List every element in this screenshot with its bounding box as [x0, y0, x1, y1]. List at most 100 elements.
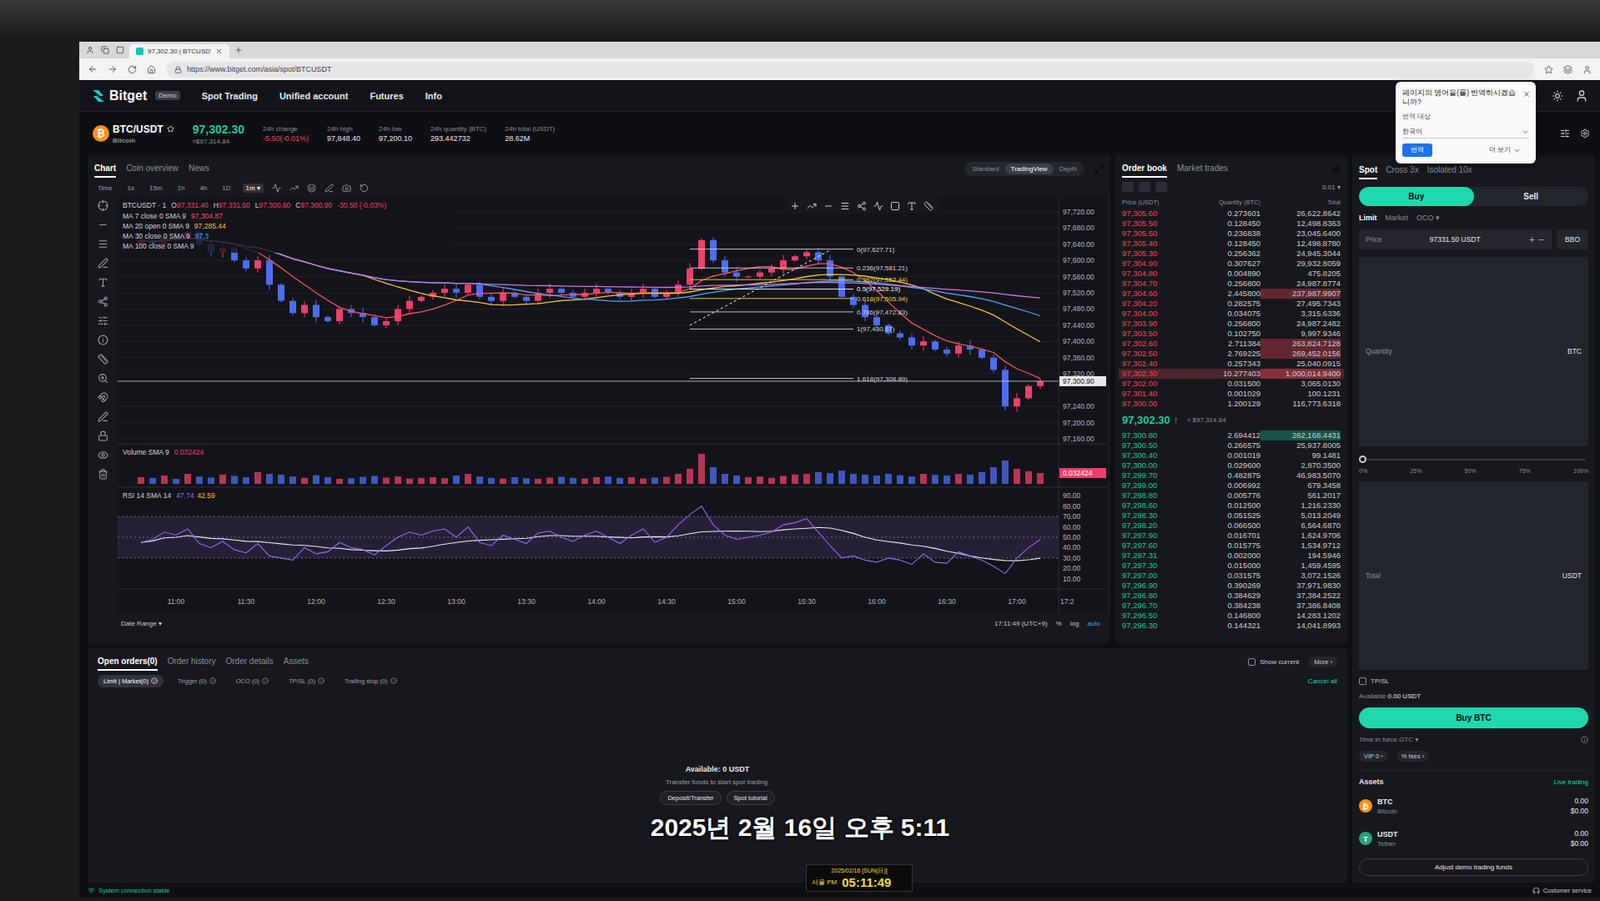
account-icon[interactable]	[1582, 65, 1592, 75]
collections-icon[interactable]	[100, 45, 110, 55]
bid-row[interactable]: 97,300.000.0296002,870.3500	[1118, 460, 1344, 471]
ask-row[interactable]: 97,303.500.1027509,997.9346	[1118, 328, 1344, 339]
text-icon[interactable]	[906, 201, 917, 212]
theme-icon[interactable]	[1551, 90, 1564, 102]
ask-row[interactable]: 97,302.400.25734325,040.0915	[1118, 358, 1344, 369]
fib-level[interactable]: 0.786(97,472.83)	[689, 308, 908, 317]
cross-icon[interactable]	[789, 201, 800, 212]
tpsl-checkbox[interactable]: TP/SL	[1358, 677, 1589, 685]
order-type-tab[interactable]: OCO ▾	[1416, 213, 1440, 222]
order-type-tab[interactable]: Market	[1385, 213, 1409, 222]
ask-row[interactable]: 97,300.001.200129116,773.6318	[1118, 398, 1344, 409]
orders-subtab[interactable]: OCO (0)	[230, 674, 275, 688]
vip-badge[interactable]: VIP 0 ›	[1358, 750, 1389, 762]
logo[interactable]: BitgetDemo	[90, 88, 181, 104]
bid-row[interactable]: 97,296.500.14680014,283.1202	[1118, 610, 1344, 621]
trend-line-icon[interactable]	[97, 219, 109, 231]
indicators-icon[interactable]	[289, 183, 299, 193]
avatar-icon[interactable]	[1574, 89, 1589, 103]
time-in-force-select[interactable]: Time in force GTC ▾	[1358, 735, 1419, 744]
chart-view-option[interactable]: Standard	[966, 163, 1005, 175]
customer-service-link[interactable]: Customer service	[1543, 886, 1592, 895]
decrement-icon[interactable]	[1537, 236, 1545, 244]
side-button[interactable]: Buy	[1358, 186, 1475, 207]
ask-row[interactable]: 97,305.500.12845012,498.8363	[1118, 218, 1344, 229]
bid-row[interactable]: 97,299.000.006992679.3458	[1118, 480, 1344, 491]
snapshot-icon[interactable]	[342, 183, 352, 193]
hide-drawings-icon[interactable]	[97, 449, 109, 461]
fib-level[interactable]: 1(97,430.67)	[689, 325, 896, 333]
chart-tab[interactable]: Chart	[94, 160, 116, 178]
back-icon[interactable]	[87, 64, 98, 75]
slider-mark[interactable]: 50%	[1464, 467, 1477, 474]
fib-level[interactable]: 0(97,627.71)	[689, 246, 896, 254]
orders-subtab[interactable]: Limit | Market(0)	[97, 674, 164, 688]
ask-row[interactable]: 97,304.000.0340753,315.6336	[1118, 308, 1344, 319]
forward-icon[interactable]	[107, 64, 118, 75]
bid-row[interactable]: 97,298.200.0665006,564.6870	[1118, 520, 1344, 531]
more-options-button[interactable]: 더 보기	[1480, 143, 1530, 157]
horizontal-ray-icon[interactable]	[823, 201, 834, 212]
brush-icon[interactable]	[97, 257, 109, 269]
empty-state-button[interactable]: Spot tutorial	[726, 790, 775, 806]
side-button[interactable]: Sell	[1474, 186, 1590, 207]
price-chart[interactable]: 0(97,627.71)0.236(97,581.21)0.382(97,552…	[117, 196, 1107, 614]
interval-button[interactable]: 1s	[123, 183, 137, 193]
asks-view-icon[interactable]	[1155, 181, 1168, 192]
margin-mode-tab[interactable]: Isolated 10x	[1427, 161, 1473, 180]
buy-btc-button[interactable]: Buy BTC	[1358, 707, 1589, 729]
precision-select[interactable]: 0.01 ▾	[1322, 183, 1341, 192]
line-icon[interactable]	[806, 201, 817, 212]
remove-drawings-icon[interactable]	[97, 468, 109, 480]
bid-row[interactable]: 97,298.800.005776561.2017	[1118, 490, 1344, 501]
fib-level[interactable]: 1.618(97,308.89)	[689, 375, 908, 383]
scale-button[interactable]: auto	[1086, 619, 1101, 628]
scale-button[interactable]: %	[1056, 619, 1062, 628]
tab-actions-icon[interactable]	[115, 45, 125, 55]
bid-row[interactable]: 97,298.300.0515255,013.2049	[1118, 510, 1344, 521]
rectangle-icon[interactable]	[890, 201, 901, 212]
nav-item[interactable]: Unified account	[279, 90, 349, 101]
favorite-icon[interactable]	[1544, 65, 1554, 75]
slider-thumb[interactable]	[1358, 455, 1367, 463]
ask-row[interactable]: 97,301.400.001029100.1231	[1118, 388, 1344, 399]
bid-row[interactable]: 97,298.600.0125001,216.2330	[1118, 500, 1344, 511]
interval-button[interactable]: 15m	[145, 183, 167, 193]
ticker-symbol[interactable]: BTC/USDT	[112, 123, 175, 136]
measure-icon[interactable]	[97, 334, 109, 346]
order-book-tab[interactable]: Order book	[1122, 160, 1168, 178]
pattern-icon[interactable]	[97, 296, 109, 307]
projection-icon[interactable]	[97, 315, 109, 327]
bids-view-icon[interactable]	[1138, 181, 1151, 192]
interval-button[interactable]: Time	[94, 183, 116, 193]
extensions-icon[interactable]	[1563, 65, 1573, 75]
zoom-icon[interactable]	[97, 372, 109, 384]
draw-icon[interactable]	[324, 183, 334, 193]
close-tab-icon[interactable]	[215, 47, 223, 56]
ask-row[interactable]: 97,304.800.004890475.8205	[1118, 268, 1344, 279]
slider-mark[interactable]: 0%	[1358, 467, 1368, 474]
slider-mark[interactable]: 25%	[1409, 467, 1422, 474]
bid-row[interactable]: 97,297.300.0150001,459.4595	[1118, 560, 1344, 571]
show-current-checkbox[interactable]: Show current	[1247, 658, 1299, 666]
order-book-tab[interactable]: Market trades	[1177, 160, 1228, 178]
bid-row[interactable]: 97,297.000.0315753,072.1526	[1118, 570, 1344, 581]
url-field[interactable]: https://www.bitget.com/asia/spot/BTCUSDT	[166, 61, 1535, 78]
price-field[interactable]: Price97331.50 USDT	[1358, 229, 1552, 250]
trend-line[interactable]	[689, 250, 831, 326]
ask-row[interactable]: 97,302.602.711384263,824.7128	[1118, 338, 1344, 349]
translate-button[interactable]: 번역	[1402, 143, 1433, 157]
nav-item[interactable]: Futures	[369, 90, 403, 101]
templates-icon[interactable]	[306, 183, 317, 193]
ask-row[interactable]: 97,302.000.0315003,065.0130	[1118, 378, 1344, 389]
margin-mode-tab[interactable]: Cross 3x	[1385, 161, 1419, 180]
ask-row[interactable]: 97,304.200.28257527,495.7343	[1118, 298, 1344, 309]
bid-row[interactable]: 97,297.600.0157751,534.9712	[1118, 540, 1344, 551]
crosshair-icon[interactable]	[97, 200, 109, 212]
interval-button[interactable]: 1h	[174, 183, 189, 193]
ruler-icon[interactable]	[97, 353, 109, 365]
undo-icon[interactable]	[359, 183, 369, 193]
orders-tab[interactable]: Open orders(0)	[97, 653, 158, 671]
fib-level[interactable]: 0.382(97,552.44)	[689, 276, 908, 284]
ask-row[interactable]: 97,304.700.25680024,987.8774	[1118, 278, 1344, 289]
